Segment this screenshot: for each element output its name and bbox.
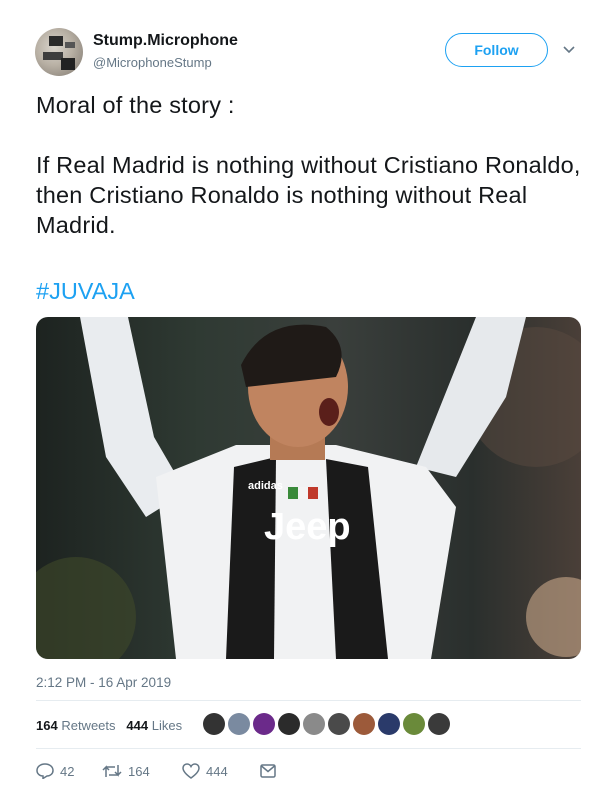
like-count: 444 — [206, 763, 228, 779]
reply-count: 42 — [60, 763, 75, 779]
divider — [36, 748, 581, 749]
tweet-line-1: Moral of the story : — [36, 92, 235, 118]
divider — [36, 700, 581, 701]
user-avatar[interactable] — [35, 28, 83, 76]
reply-icon — [36, 763, 54, 779]
liker-avatars — [203, 713, 450, 735]
follow-button[interactable]: Follow — [445, 33, 548, 67]
liker-avatar-2[interactable] — [228, 713, 250, 735]
celebrating-player-image: Jeep adidas — [36, 317, 581, 659]
display-name[interactable]: Stump.Microphone — [93, 32, 238, 50]
sponsor-text: Jeep — [264, 506, 351, 548]
chevron-down-icon[interactable] — [562, 42, 576, 56]
liker-avatar-3[interactable] — [253, 713, 275, 735]
liker-avatar-4[interactable] — [278, 713, 300, 735]
tweet-actions: 42 164 444 — [36, 763, 276, 779]
likes-stat[interactable]: 444 Likes — [126, 718, 182, 733]
user-handle[interactable]: @MicrophoneStump — [93, 55, 212, 70]
liker-avatar-5[interactable] — [303, 713, 325, 735]
reply-action[interactable]: 42 — [36, 763, 102, 779]
tweet-text: Moral of the story : If Real Madrid is n… — [36, 90, 581, 240]
tweet-timestamp[interactable]: 2:12 PM - 16 Apr 2019 — [36, 675, 171, 690]
tweet-photo[interactable]: Jeep adidas — [36, 317, 581, 659]
like-action[interactable]: 444 — [182, 763, 260, 779]
liker-avatar-8[interactable] — [378, 713, 400, 735]
liker-avatar-1[interactable] — [203, 713, 225, 735]
tweet-line-2: If Real Madrid is nothing without Cristi… — [36, 152, 581, 238]
heart-icon — [182, 763, 200, 779]
retweet-icon — [102, 765, 122, 777]
tweet-stats: 164 Retweets 444 Likes — [36, 718, 182, 733]
liker-avatar-9[interactable] — [403, 713, 425, 735]
kit-brand-text: adidas — [248, 480, 283, 492]
retweets-stat[interactable]: 164 Retweets — [36, 718, 119, 733]
retweet-action[interactable]: 164 — [102, 763, 182, 779]
retweet-count: 164 — [128, 763, 150, 779]
liker-avatar-7[interactable] — [353, 713, 375, 735]
hashtag-link[interactable]: #JUVAJA — [36, 278, 135, 305]
envelope-icon — [260, 764, 276, 778]
liker-avatar-6[interactable] — [328, 713, 350, 735]
direct-message-action[interactable] — [260, 764, 276, 778]
liker-avatar-10[interactable] — [428, 713, 450, 735]
